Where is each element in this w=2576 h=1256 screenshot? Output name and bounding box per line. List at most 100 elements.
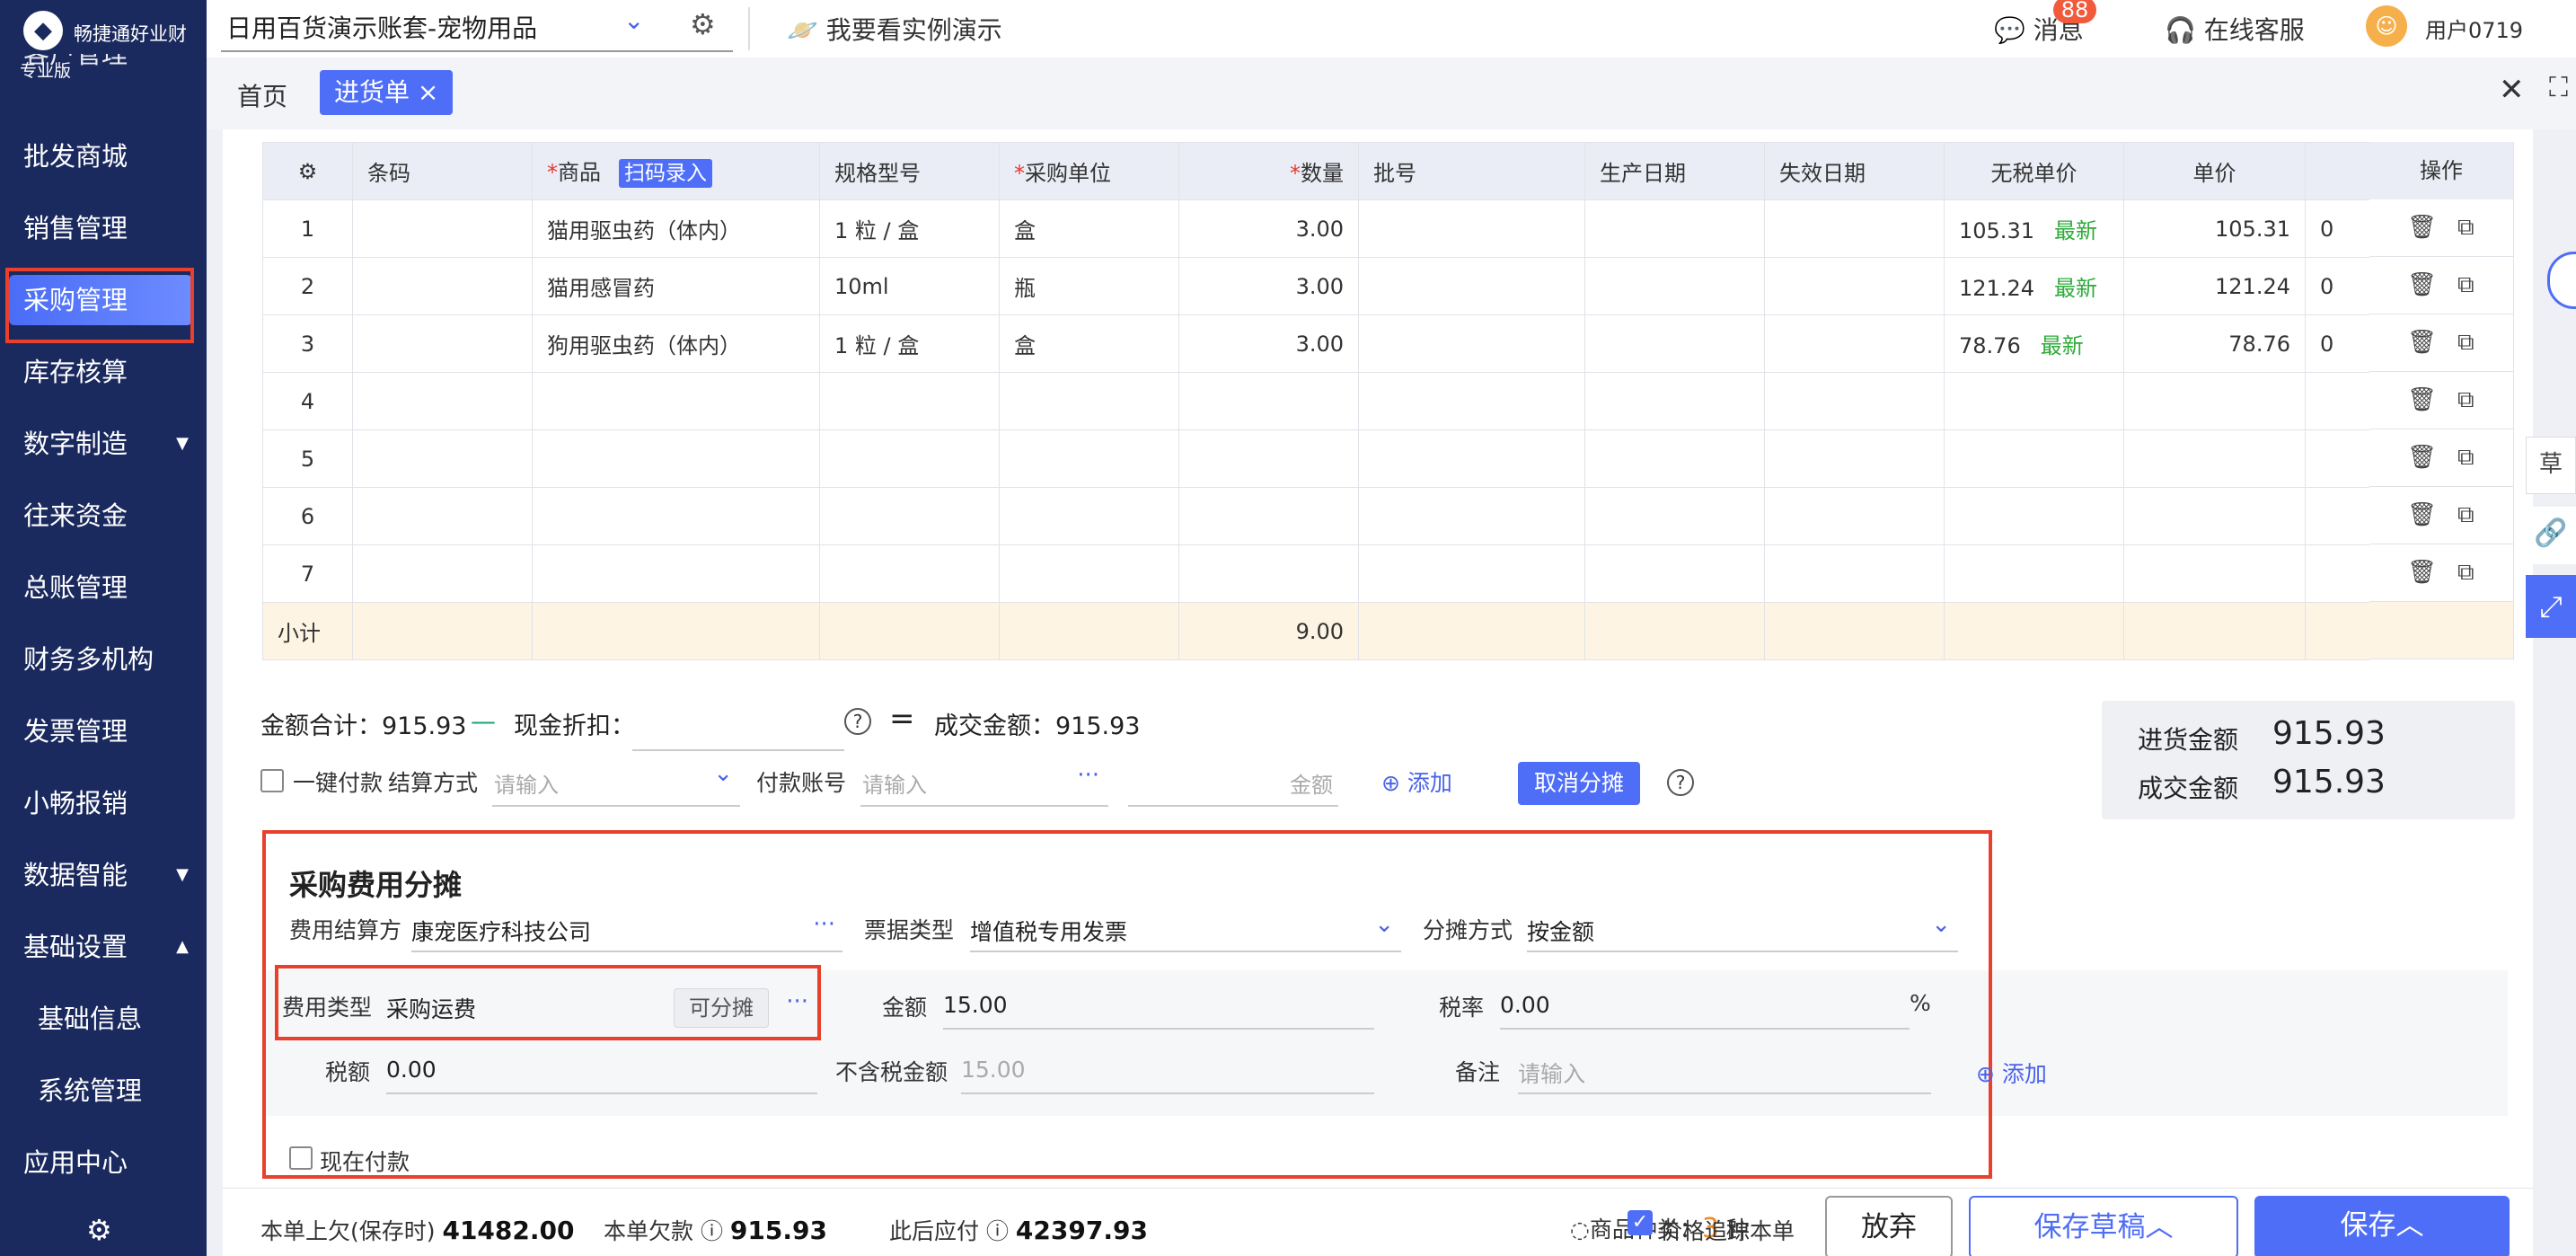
product-cell[interactable]: 猫用驱虫药（体内） [532, 199, 820, 258]
product-cell[interactable]: 猫用感冒药 [532, 257, 820, 315]
user-name[interactable]: 用户0719 [2425, 13, 2523, 44]
help-icon[interactable]: ? [1667, 769, 1694, 796]
copy-icon[interactable]: ⧉ [2457, 214, 2475, 242]
sidebar-item-ledger[interactable]: 总账管理 [0, 555, 207, 620]
table-row[interactable]: 5 [262, 429, 2514, 488]
payer-field[interactable]: 康宠医疗科技公司 ··· [411, 907, 842, 952]
more-icon[interactable]: ··· [813, 911, 835, 938]
column-settings-icon[interactable]: ⚙ [262, 142, 353, 200]
trash-icon[interactable]: 🗑 [2407, 501, 2437, 528]
invoice-type-select[interactable]: 增值税专用发票 ⌄ [970, 907, 1401, 952]
one-click-pay-checkbox[interactable] [260, 769, 284, 792]
add-cost-button[interactable]: ⊕ 添加 [1976, 1057, 2047, 1089]
trash-icon[interactable]: 🗑 [2407, 329, 2437, 356]
net-amount-label: 不含税金额 [835, 1059, 948, 1085]
tab-home[interactable]: 首页 [237, 77, 287, 113]
message-count-badge: 88 [2053, 0, 2096, 23]
equals-sign: = [889, 701, 915, 737]
sidebar-item-wholesale[interactable]: 批发商城 [0, 124, 207, 189]
fullscreen-icon[interactable]: ⛶ [2549, 72, 2568, 103]
settings-gear-icon[interactable]: ⚙ [86, 1213, 112, 1247]
table-row[interactable]: 7 [262, 544, 2514, 603]
copy-icon[interactable]: ⧉ [2457, 444, 2475, 472]
method-select[interactable]: 按金额 ⌄ [1527, 907, 1958, 952]
sidebar-item-invoice[interactable]: 发票管理 [0, 699, 207, 764]
trash-icon[interactable]: 🗑 [2407, 214, 2437, 241]
copy-icon[interactable]: ⧉ [2457, 386, 2475, 414]
online-service-button[interactable]: 🎧 在线客服 [2165, 11, 2305, 47]
sidebar-item-basic-info[interactable]: 基础信息 [0, 986, 207, 1051]
close-icon[interactable]: ✕ [2499, 72, 2525, 108]
settle-method-select[interactable]: 请输入 ⌄ [492, 756, 740, 807]
settle-method-label: 结算方式 [388, 770, 479, 796]
save-draft-button[interactable]: 保存草稿︿ [1969, 1196, 2238, 1256]
tab-bar: 首页 进货单 × ✕ ⛶ [207, 57, 2576, 129]
scan-entry-button[interactable]: 扫码录入 [619, 159, 712, 188]
sidebar-item-data-intel[interactable]: 数据智能 ▼ [0, 843, 207, 907]
one-click-pay-label: 一键付款 [293, 770, 384, 796]
sidebar-item-inventory[interactable]: 库存核算 [0, 340, 207, 404]
col-batch: 批号 [1358, 142, 1585, 200]
allocable-tag: 可分摊 [674, 988, 769, 1028]
chevron-down-icon[interactable]: ⌄ [623, 5, 644, 35]
more-icon[interactable]: ··· [1077, 762, 1099, 789]
table-row[interactable]: 3 狗用驱虫药（体内） 1 粒 / 盒 盒 3.00 78.76 最新 78.76… [262, 314, 2514, 373]
sidebar-item-cut[interactable]: 客户管理 [0, 54, 207, 90]
table-row[interactable]: 1 猫用驱虫药（体内） 1 粒 / 盒 盒 3.00 105.31 最新 105.… [262, 199, 2514, 258]
discount-input[interactable] [632, 701, 844, 751]
price-trace-checkbox[interactable]: ✓ [1628, 1210, 1653, 1235]
sidebar-item-multi-org[interactable]: 财务多机构 [0, 627, 207, 692]
tab-purchase-order[interactable]: 进货单 × [320, 70, 454, 115]
sidebar-item-basic-settings[interactable]: 基础设置 ▲ [0, 915, 207, 979]
headset-icon: 🎧 [2165, 15, 2196, 45]
pay-now-checkbox[interactable] [289, 1146, 313, 1170]
pay-amount-input[interactable]: 金额 [1128, 756, 1338, 807]
copy-icon[interactable]: ⧉ [2457, 271, 2475, 299]
table-row[interactable]: 4 [262, 372, 2514, 430]
avatar[interactable]: ☺ [2366, 5, 2407, 47]
row-actions: 🗑 ⧉ [2369, 429, 2513, 487]
expand-icon[interactable]: ⤢ [2526, 575, 2576, 638]
gear-icon[interactable]: ⚙ [690, 7, 716, 41]
sidebar-item-funds[interactable]: 往来资金 [0, 483, 207, 548]
close-icon[interactable]: × [418, 77, 438, 107]
row-actions: 🗑 ⧉ [2369, 257, 2513, 314]
prev-due: 本单上欠(保存时) 41482.00 [260, 1216, 575, 1245]
demo-link[interactable]: 🪐 我要看实例演示 [787, 11, 1002, 47]
tax-rate-input[interactable]: 0.00 [1500, 985, 1910, 1030]
product-cell[interactable]: 狗用驱虫药（体内） [532, 314, 820, 373]
help-icon[interactable]: ? [844, 708, 871, 735]
amount-input[interactable]: 15.00 [943, 985, 1374, 1030]
pay-account-input[interactable]: 请输入 ··· [860, 756, 1108, 807]
account-underline [221, 50, 733, 52]
sidebar-item-expense[interactable]: 小畅报销 [0, 771, 207, 836]
cancel-allocation-button[interactable]: 取消分摊 [1518, 762, 1641, 805]
trash-icon[interactable]: 🗑 [2407, 444, 2437, 471]
minus-sign: — [471, 706, 496, 736]
sidebar-item-app-center[interactable]: 应用中心 [0, 1130, 207, 1195]
help-icon[interactable]: ⓘ [979, 1218, 1016, 1244]
assistant-tab[interactable] [2547, 252, 2576, 309]
table-row[interactable]: 6 [262, 487, 2514, 545]
copy-icon[interactable]: ⧉ [2457, 559, 2475, 587]
sidebar-item-system[interactable]: 系统管理 [0, 1058, 207, 1123]
more-icon[interactable]: ··· [786, 988, 808, 1015]
trash-icon[interactable]: 🗑 [2407, 386, 2437, 413]
copy-icon[interactable]: ⧉ [2457, 329, 2475, 357]
tax-input[interactable]: 0.00 [386, 1049, 817, 1094]
sidebar-item-sales[interactable]: 销售管理 [0, 196, 207, 261]
add-payment-button[interactable]: ⊕ 添加 [1381, 765, 1452, 798]
link-icon[interactable]: 🔗 [2526, 507, 2576, 564]
account-selector[interactable]: 日用百货演示账套-宠物用品 [226, 9, 537, 45]
save-button[interactable]: 保存︿ [2254, 1196, 2510, 1256]
help-icon[interactable]: ⓘ [693, 1218, 730, 1244]
sidebar-item-manufacturing[interactable]: 数字制造 ▼ [0, 411, 207, 476]
trash-icon[interactable]: 🗑 [2407, 559, 2437, 586]
draft-button[interactable]: 草 [2526, 437, 2576, 494]
note-input[interactable]: 请输入 [1518, 1049, 1931, 1094]
discard-button[interactable]: 放弃 [1825, 1196, 1953, 1256]
table-row[interactable]: 2 猫用感冒药 10ml 瓶 3.00 121.24 最新 121.24 0 [262, 257, 2514, 315]
copy-icon[interactable]: ⧉ [2457, 501, 2475, 529]
trash-icon[interactable]: 🗑 [2407, 271, 2437, 298]
sidebar: ◆ 畅捷通好业财 专业版 客户管理 批发商城 销售管理 采购管理 库存核算 数字… [0, 0, 207, 1256]
